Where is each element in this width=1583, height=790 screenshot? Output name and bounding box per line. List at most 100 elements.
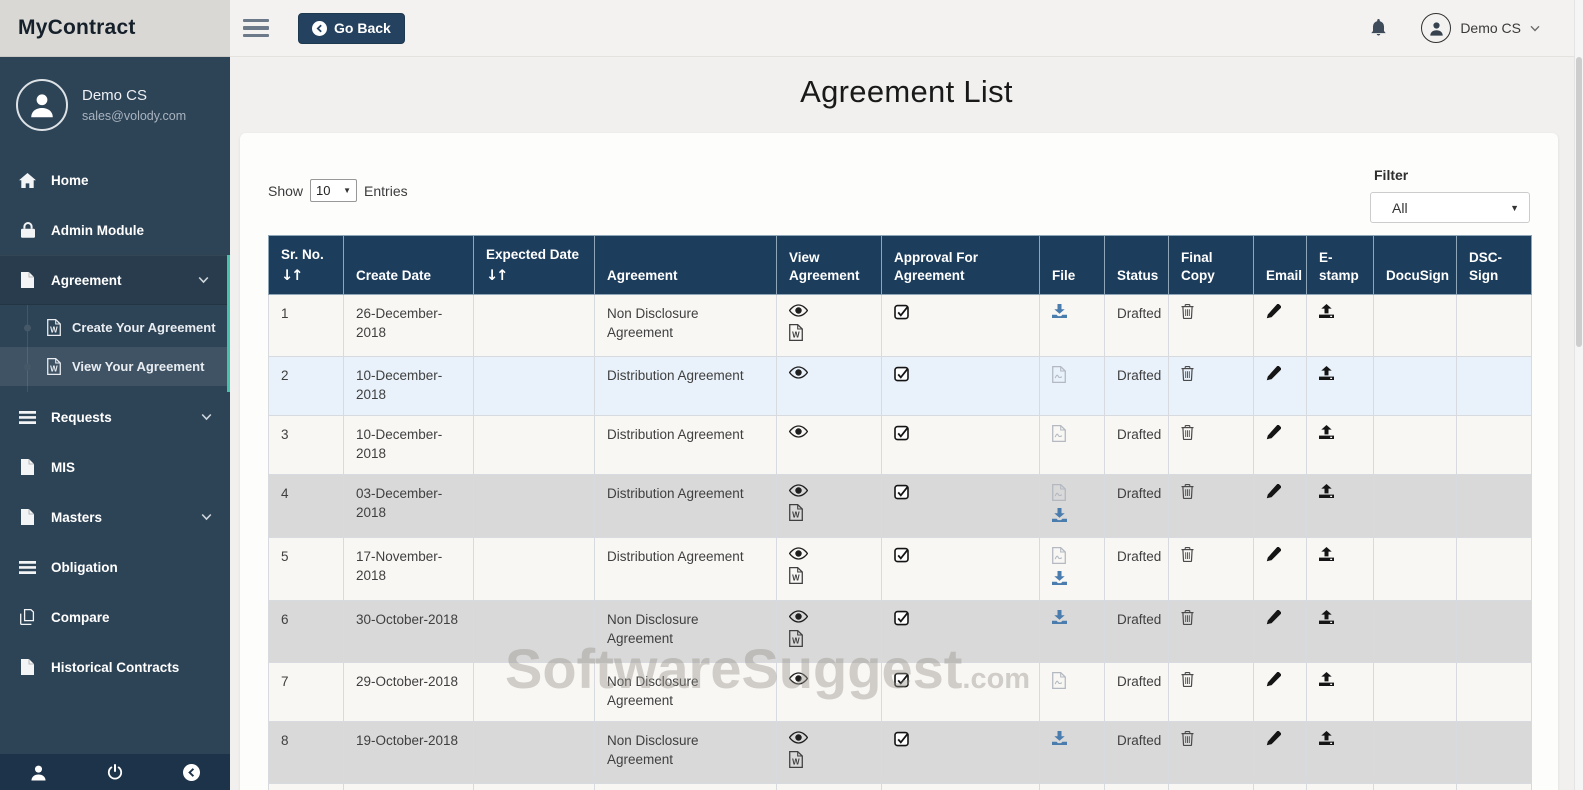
pencil-icon[interactable] <box>1266 547 1281 562</box>
eye-icon[interactable] <box>788 731 809 747</box>
pencil-icon[interactable] <box>1266 366 1281 381</box>
svg-text:W: W <box>50 326 58 335</box>
go-back-button[interactable]: Go Back <box>298 12 405 44</box>
approval-checkbox-icon[interactable] <box>894 366 910 382</box>
sidebar-item-home[interactable]: Home <box>0 155 230 205</box>
sidebar-item-historical-contracts[interactable]: Historical Contracts <box>0 642 230 692</box>
sidebar-item-compare[interactable]: Compare <box>0 592 230 642</box>
scrollbar-thumb[interactable] <box>1576 57 1582 347</box>
upload-icon[interactable] <box>1319 547 1334 561</box>
upload-icon[interactable] <box>1319 425 1334 439</box>
pencil-icon[interactable] <box>1266 610 1281 625</box>
pencil-icon[interactable] <box>1266 731 1281 746</box>
sidebar-subitem-view-your-agreement[interactable]: W View Your Agreement <box>0 347 227 386</box>
sidebar-item-obligation[interactable]: Obligation <box>0 542 230 592</box>
sort-arrows-icon[interactable]: ↓↑ <box>486 267 582 285</box>
pdf-file-icon[interactable] <box>1052 425 1070 445</box>
profile-name: Demo CS <box>82 87 148 104</box>
sort-arrows-icon[interactable]: ↓↑ <box>281 267 331 285</box>
pdf-file-icon[interactable] <box>1052 547 1070 567</box>
approval-checkbox-icon[interactable] <box>894 672 910 688</box>
approval-checkbox-icon[interactable] <box>894 304 910 320</box>
trash-icon[interactable] <box>1181 425 1194 440</box>
filter-select[interactable]: All ▼ <box>1370 192 1530 223</box>
menu-toggle-icon[interactable] <box>243 15 269 42</box>
word-file-icon[interactable]: W <box>789 629 807 650</box>
word-file-icon[interactable]: W <box>789 323 807 344</box>
power-icon[interactable] <box>107 764 123 780</box>
eye-icon[interactable] <box>788 484 809 500</box>
eye-icon[interactable] <box>788 547 809 563</box>
approval-checkbox-icon[interactable] <box>894 484 910 500</box>
upload-icon[interactable] <box>1319 484 1334 498</box>
upload-icon[interactable] <box>1319 731 1334 745</box>
eye-icon[interactable] <box>788 610 809 626</box>
upload-icon[interactable] <box>1319 304 1334 318</box>
cell-final-copy <box>1168 294 1254 357</box>
trash-icon[interactable] <box>1181 547 1194 562</box>
approval-checkbox-icon[interactable] <box>894 731 910 747</box>
sidebar-item-admin-module[interactable]: Admin Module <box>0 205 230 255</box>
sidebar-item-agreement[interactable]: Agreement <box>0 255 227 305</box>
cell-e-stamp <box>1306 474 1374 538</box>
eye-icon[interactable] <box>788 366 809 382</box>
approval-checkbox-icon[interactable] <box>894 425 910 441</box>
word-file-icon[interactable]: W <box>789 750 807 771</box>
page-title: Agreement List <box>800 74 1013 109</box>
svg-text:W: W <box>792 757 800 766</box>
pencil-icon[interactable] <box>1266 425 1281 440</box>
profile-icon[interactable] <box>30 764 47 781</box>
page-scrollbar[interactable] <box>1574 0 1583 790</box>
cell-docusign <box>1373 662 1457 722</box>
notifications-bell-icon[interactable] <box>1370 19 1387 37</box>
pencil-icon[interactable] <box>1266 304 1281 319</box>
eye-icon[interactable] <box>788 425 809 441</box>
column-header-expected-date[interactable]: Expected Date ↓↑ <box>473 235 595 295</box>
table-row: 8 19-October-2018 Non Disclosure Agreement… <box>268 721 1532 784</box>
trash-icon[interactable] <box>1181 366 1194 381</box>
entries-count-select[interactable]: 10 ▼ <box>310 179 358 202</box>
collapse-sidebar-icon[interactable] <box>183 763 200 781</box>
download-icon[interactable] <box>1052 304 1070 321</box>
approval-checkbox-icon[interactable] <box>894 610 910 626</box>
pdf-file-icon[interactable] <box>1052 672 1070 692</box>
pdf-file-icon[interactable] <box>1052 366 1070 386</box>
download-icon[interactable] <box>1052 570 1070 588</box>
upload-icon[interactable] <box>1319 366 1334 380</box>
sidebar-item-requests[interactable]: Requests <box>0 392 230 442</box>
user-menu[interactable]: Demo CS <box>1421 13 1540 43</box>
upload-icon[interactable] <box>1319 672 1334 686</box>
bars-icon <box>18 410 37 424</box>
svg-text:W: W <box>792 636 800 645</box>
word-file-icon[interactable]: W <box>789 503 807 524</box>
cell-agreement-name: Distribution Agreement <box>594 415 777 475</box>
cell-view-agreement: W <box>776 474 882 538</box>
cell-agreement-name: Distribution Agreement <box>594 474 777 538</box>
trash-icon[interactable] <box>1181 731 1194 746</box>
column-header-sr-no[interactable]: Sr. No. ↓↑ <box>268 235 344 295</box>
trash-icon[interactable] <box>1181 484 1194 499</box>
upload-icon[interactable] <box>1319 610 1334 624</box>
cell-view-agreement <box>776 356 882 416</box>
app-logo: MyContract <box>0 0 230 57</box>
download-icon[interactable] <box>1052 507 1070 525</box>
pencil-icon[interactable] <box>1266 484 1281 499</box>
sidebar-item-masters[interactable]: Masters <box>0 492 230 542</box>
cell-dsc-sign <box>1456 783 1532 790</box>
pencil-icon[interactable] <box>1266 672 1281 687</box>
sidebar-item-mis[interactable]: MIS <box>0 442 230 492</box>
eye-icon[interactable] <box>788 304 809 320</box>
cell-docusign <box>1373 537 1457 601</box>
trash-icon[interactable] <box>1181 610 1194 625</box>
pdf-file-icon[interactable] <box>1052 484 1070 504</box>
eye-icon[interactable] <box>788 672 809 688</box>
trash-icon[interactable] <box>1181 672 1194 687</box>
cell-status: Drafted <box>1104 474 1169 538</box>
sidebar-subitem-create-your-agreement[interactable]: W Create Your Agreement <box>0 308 227 347</box>
trash-icon[interactable] <box>1181 304 1194 319</box>
approval-checkbox-icon[interactable] <box>894 547 910 563</box>
download-icon[interactable] <box>1052 731 1070 748</box>
download-icon[interactable] <box>1052 610 1070 627</box>
word-file-icon[interactable]: W <box>789 566 807 587</box>
word-doc-icon: W <box>47 319 61 336</box>
